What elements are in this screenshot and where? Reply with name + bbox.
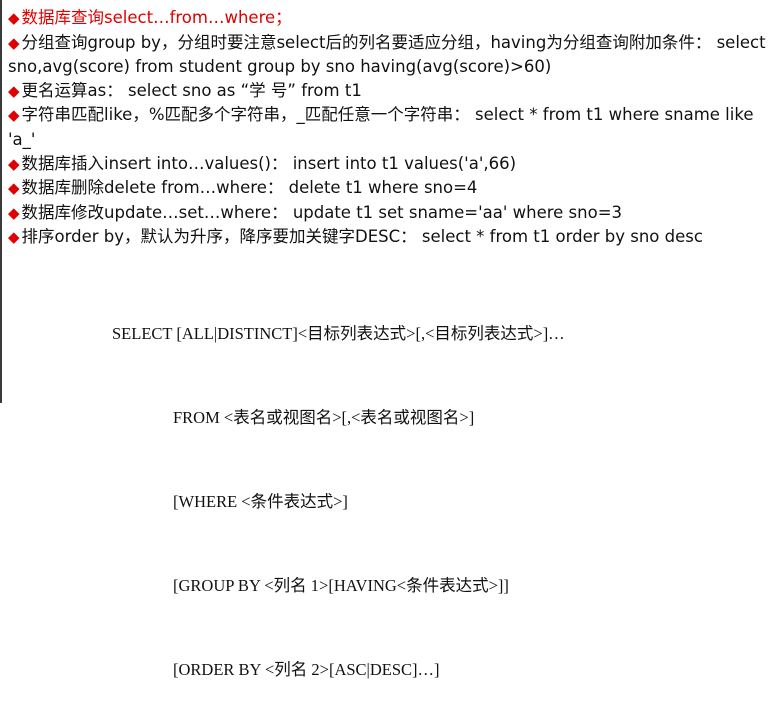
note-rename: ◆ 更名运算as： select sno as “学 号” from t1 [8, 79, 768, 104]
note-order-by-text: 排序order by，默认为升序，降序要加关键字DESC： select * f… [21, 227, 703, 247]
diamond-bullet-icon: ◆ [8, 33, 20, 52]
note-rename-text: 更名运算as： select sno as “学 号” from t1 [21, 80, 362, 100]
note-insert-text: 数据库插入insert into…values()： insert into t… [21, 153, 517, 173]
sql-notes-list: ◆ 数据库查询select…from…where； ◆ 分组查询group by，分… [8, 6, 768, 250]
note-like-text: 字符串匹配like，%匹配多个字符串，_匹配任意一个字符串： select * … [8, 105, 754, 149]
note-group-by-text: 分组查询group by，分组时要注意select后的列名要适应分组，havin… [8, 32, 766, 77]
diamond-bullet-icon: ◆ [8, 228, 20, 247]
note-update-text: 数据库修改update…set…where： update t1 set sna… [21, 202, 623, 222]
diamond-bullet-icon: ◆ [8, 154, 20, 173]
note-update: ◆ 数据库修改update…set…where： update t1 set sn… [8, 201, 768, 226]
select-syntax-block: SELECT [ALL|DISTINCT]<目标列表达式>[,<目标列表达式>]… [112, 264, 565, 712]
frame-edge [0, 0, 2, 403]
diamond-bullet-icon: ◆ [8, 179, 20, 198]
syntax-from-line: FROM <表名或视图名>[,<表名或视图名>] [173, 408, 475, 427]
diamond-bullet-icon: ◆ [8, 203, 20, 222]
note-like: ◆ 字符串匹配like，%匹配多个字符串，_匹配任意一个字符串： select *… [8, 103, 768, 151]
note-insert: ◆ 数据库插入insert into…values()： insert into … [8, 152, 768, 177]
note-group-by: ◆ 分组查询group by，分组时要注意select后的列名要适应分组，havi… [8, 31, 768, 79]
note-delete: ◆ 数据库删除delete from…where： delete t1 where… [8, 176, 768, 201]
syntax-where-line: [WHERE <条件表达式>] [173, 492, 348, 511]
note-query: ◆ 数据库查询select…from…where； [8, 6, 768, 31]
diamond-bullet-icon: ◆ [8, 9, 20, 27]
note-delete-text: 数据库删除delete from…where： delete t1 where … [21, 178, 478, 198]
diamond-bullet-icon: ◆ [8, 106, 20, 125]
syntax-order-by-line: [ORDER BY <列名 2>[ASC|DESC]…] [173, 660, 440, 679]
note-query-text: 数据库查询select…from…where； [21, 8, 292, 27]
diamond-bullet-icon: ◆ [8, 81, 20, 100]
note-order-by: ◆ 排序order by，默认为升序，降序要加关键字DESC： select * … [8, 225, 768, 250]
syntax-select-line: SELECT [ALL|DISTINCT]<目标列表达式>[,<目标列表达式>]… [112, 324, 565, 343]
syntax-group-by-line: [GROUP BY <列名 1>[HAVING<条件表达式>]] [173, 576, 509, 595]
